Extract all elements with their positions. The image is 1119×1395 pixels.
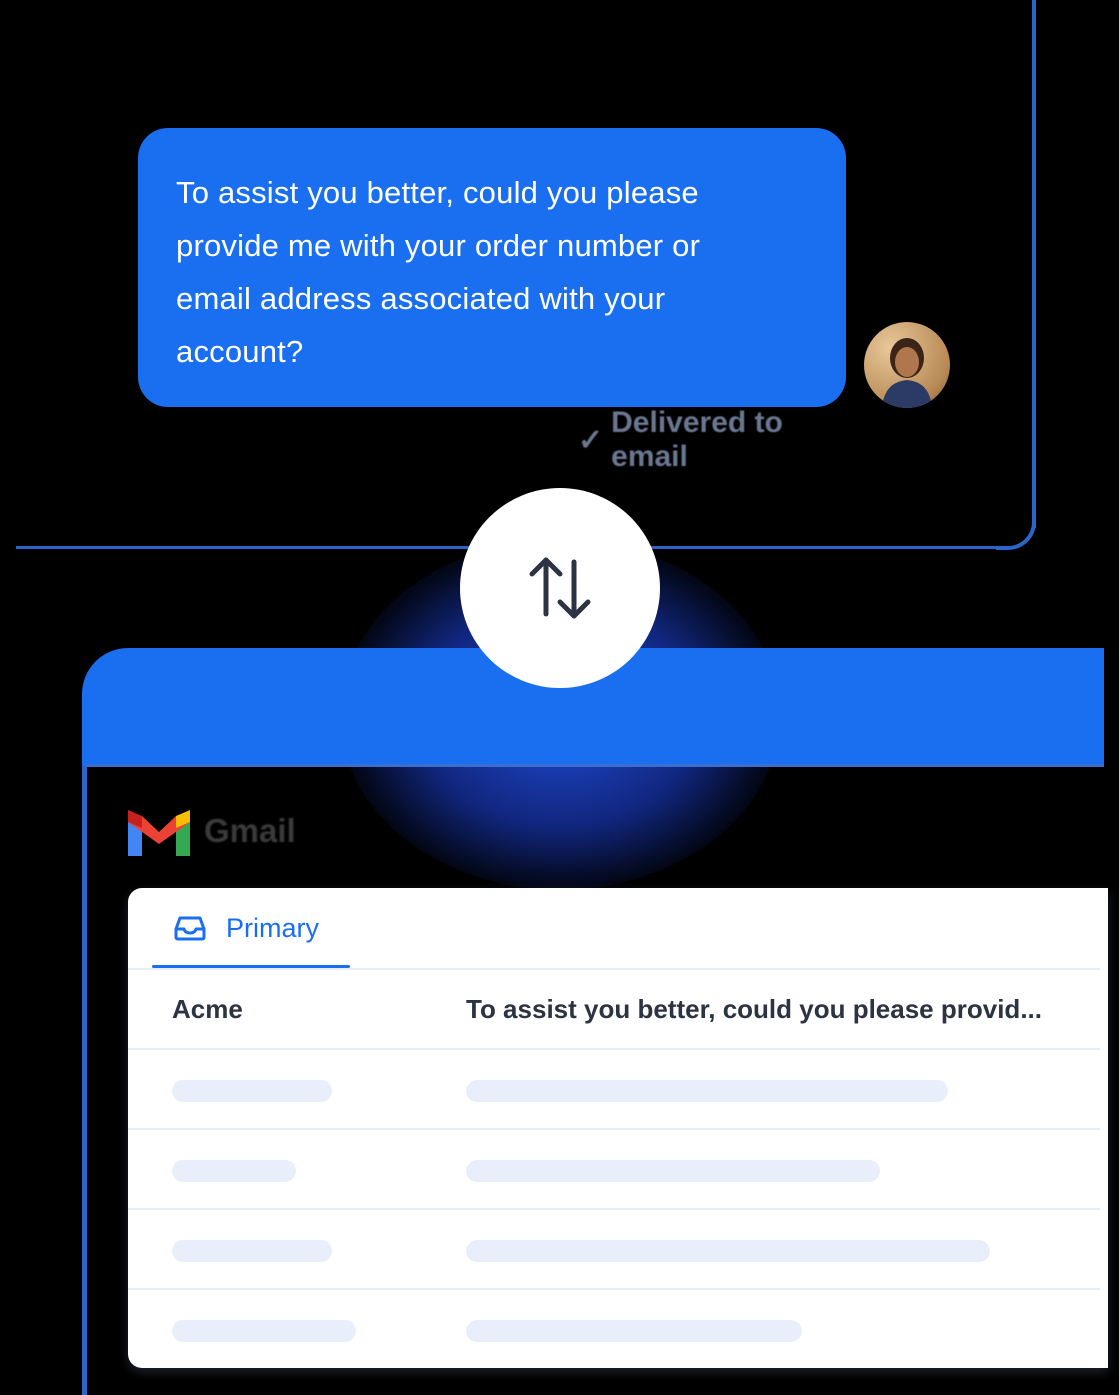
chat-message-line-4: account? (176, 334, 304, 369)
email-window-border-left (82, 766, 87, 1395)
placeholder-snippet (466, 1240, 990, 1262)
swap-button[interactable] (460, 488, 660, 688)
delivery-status-label: Delivered to email (611, 406, 783, 473)
placeholder-sender (172, 1240, 332, 1262)
placeholder-row (128, 1128, 1100, 1208)
email-window-top-line (86, 764, 1104, 767)
email-snippet: To assist you better, could you please p… (466, 994, 1042, 1024)
tab-primary-label: Primary (226, 912, 319, 943)
placeholder-snippet (466, 1080, 948, 1102)
check-icon: ✓ (578, 423, 604, 457)
placeholder-row (128, 1208, 1100, 1288)
chat-message-bubble: To assist you better, could you please p… (138, 128, 846, 407)
placeholder-row (128, 1288, 1100, 1368)
chat-frame-border-right (1032, 0, 1036, 528)
avatar-portrait-icon (882, 338, 932, 408)
email-row[interactable]: Acme To assist you better, could you ple… (128, 968, 1100, 1048)
gmail-app-name: Gmail (204, 812, 296, 849)
chat-message-line-1: To assist you better, could you please (176, 175, 699, 210)
chat-message-line-3: email address associated with your (176, 281, 666, 316)
arrows-up-down-icon (529, 557, 591, 619)
placeholder-sender (172, 1160, 296, 1182)
chat-message-line-2: provide me with your order number or (176, 228, 701, 263)
tab-primary[interactable]: Primary (152, 888, 350, 968)
placeholder-snippet (466, 1320, 802, 1342)
placeholder-snippet (466, 1160, 880, 1182)
inbox-tray-icon (174, 916, 206, 941)
delivery-status: ✓ Delivered to email (578, 406, 848, 473)
placeholder-row (128, 1048, 1100, 1128)
chat-frame-corner (996, 510, 1036, 550)
placeholder-sender (172, 1320, 356, 1342)
gmail-logo-icon (128, 810, 190, 856)
placeholder-sender (172, 1080, 332, 1102)
email-sender: Acme (172, 994, 243, 1024)
inbox-panel: Primary Acme To assist you better, could… (128, 888, 1108, 1368)
agent-avatar (864, 322, 950, 408)
